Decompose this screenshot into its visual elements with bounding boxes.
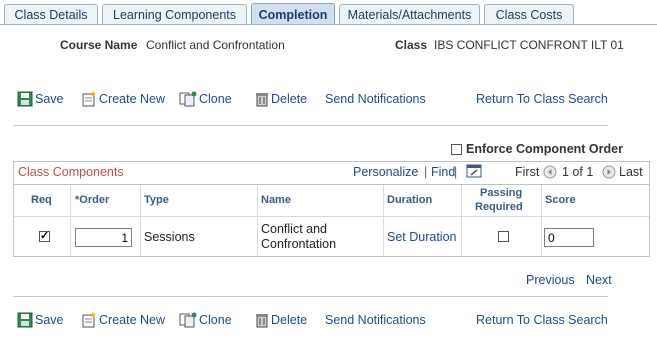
passing-required-checkbox[interactable] (498, 231, 509, 242)
tab-divider (0, 24, 657, 25)
return-to-class-search-link[interactable]: Return To Class Search (476, 92, 608, 106)
divider (13, 125, 608, 126)
return-to-class-search-link[interactable]: Return To Class Search (476, 313, 608, 327)
column-divider (257, 185, 258, 257)
clone-icon (179, 312, 197, 328)
row-count: 1 of 1 (562, 165, 594, 179)
clone-label: Clone (199, 92, 232, 106)
send-notifications-link[interactable]: Send Notifications (325, 92, 426, 106)
row-divider (14, 216, 649, 217)
previous-link[interactable]: Previous (526, 273, 575, 287)
save-icon (17, 312, 33, 328)
toolbar-top: Save Create New Clone Delete Send Notifi… (0, 91, 657, 111)
create-new-label: Create New (99, 92, 165, 106)
column-name: Name (261, 194, 291, 206)
first-label: First (515, 165, 540, 179)
tab-label: Completion (258, 7, 328, 22)
course-name-label: Course Name (60, 38, 138, 52)
column-type: Type (144, 194, 169, 206)
save-label: Save (35, 313, 64, 327)
nav-separator: | (454, 165, 458, 179)
previous-row-icon[interactable] (543, 165, 557, 179)
personalize-link[interactable]: Personalize (353, 165, 418, 179)
order-input[interactable] (75, 228, 132, 247)
clone-label: Clone (199, 313, 232, 327)
clone-button[interactable]: Clone (179, 312, 232, 328)
create-new-label: Create New (99, 313, 165, 327)
save-label: Save (35, 92, 64, 106)
tab-label: Learning Components (113, 7, 236, 22)
create-new-button[interactable]: Create New (81, 91, 165, 107)
grid-header-bar: Class Components Personalize | Find | Fi… (14, 162, 649, 184)
column-duration: Duration (387, 194, 433, 206)
delete-label: Delete (271, 313, 308, 327)
new-document-icon (81, 91, 97, 107)
tab-completion[interactable]: Completion (251, 3, 335, 25)
column-req: Req (31, 194, 52, 206)
score-input[interactable] (544, 228, 594, 247)
column-passing-line1: Passing (480, 187, 523, 199)
tab-bar: Class Details Learning Components Comple… (0, 0, 657, 26)
clone-icon (179, 91, 197, 107)
class-label: Class (395, 38, 428, 52)
tab-learning-components[interactable]: Learning Components (102, 4, 247, 24)
next-link[interactable]: Next (586, 273, 612, 287)
column-divider (383, 185, 384, 257)
trash-icon (255, 91, 269, 107)
delete-button[interactable]: Delete (255, 312, 307, 328)
column-divider (70, 185, 71, 257)
delete-label: Delete (271, 92, 308, 106)
divider (13, 296, 608, 297)
clone-button[interactable]: Clone (179, 91, 232, 107)
last-label: Last (619, 165, 643, 179)
grid-title: Class Components (18, 165, 124, 179)
trash-icon (255, 312, 269, 328)
column-order: *Order (75, 194, 110, 206)
grid-header-divider (14, 184, 649, 185)
class-value: IBS CONFLICT CONFRONT ILT 01 (434, 38, 624, 52)
create-new-button[interactable]: Create New (81, 312, 165, 328)
tab-class-costs[interactable]: Class Costs (484, 4, 574, 24)
find-link[interactable]: Find (431, 165, 455, 179)
enforce-order-field: Enforce Component Order (451, 142, 623, 156)
tab-class-details[interactable]: Class Details (4, 4, 98, 24)
column-passing-line2: Required (475, 201, 523, 213)
name-value-line2: Confrontation (261, 237, 337, 251)
enforce-order-checkbox[interactable] (451, 143, 462, 155)
column-score: Score (545, 194, 576, 206)
column-divider (541, 185, 542, 257)
view-all-icon[interactable] (466, 164, 482, 178)
save-icon (17, 91, 33, 107)
req-checkbox[interactable] (39, 229, 50, 242)
column-divider (140, 185, 141, 257)
course-name-value: Conflict and Confrontation (146, 38, 285, 52)
name-value-line1: Conflict and (261, 222, 328, 236)
tab-label: Class Costs (495, 7, 563, 22)
set-duration-link[interactable]: Set Duration (387, 230, 456, 244)
enforce-order-label: Enforce Component Order (466, 142, 623, 156)
next-row-icon[interactable] (602, 165, 616, 179)
nav-separator: | (424, 165, 428, 179)
tab-label: Materials/Attachments (347, 7, 472, 22)
save-button[interactable]: Save (17, 312, 64, 328)
type-value: Sessions (144, 230, 195, 244)
tab-materials-attachments[interactable]: Materials/Attachments (339, 4, 480, 24)
class-components-grid: Class Components Personalize | Find | Fi… (13, 161, 650, 257)
delete-button[interactable]: Delete (255, 91, 307, 107)
save-button[interactable]: Save (17, 91, 64, 107)
column-divider (461, 185, 462, 257)
new-document-icon (81, 312, 97, 328)
tab-label: Class Details (14, 7, 88, 22)
send-notifications-link[interactable]: Send Notifications (325, 313, 426, 327)
toolbar-bottom: Save Create New Clone Delete Send Notifi… (0, 312, 657, 332)
